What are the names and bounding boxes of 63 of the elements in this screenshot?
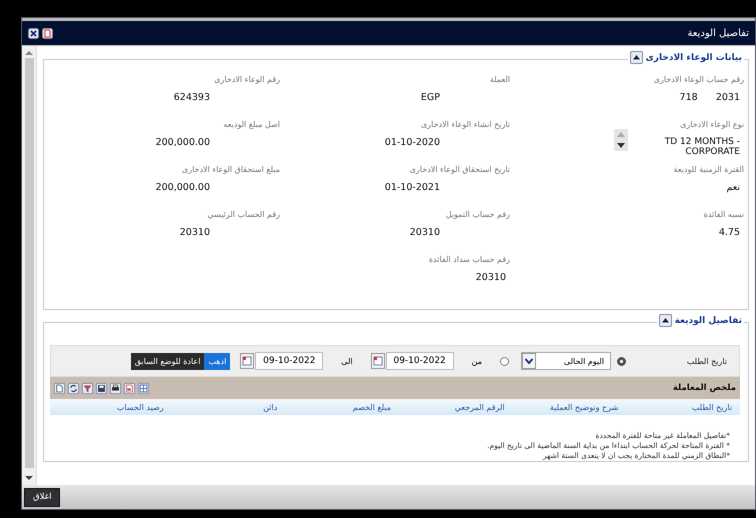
field-value: نعم	[726, 182, 740, 193]
close-icon[interactable]	[28, 28, 39, 38]
field-label: اصل مبلغ الوديعه	[222, 120, 280, 129]
field-value: 01-10-2020	[384, 137, 440, 148]
calendar-icon[interactable]	[240, 353, 254, 369]
scroll-down-icon[interactable]	[24, 474, 34, 482]
date-field[interactable]: 09-10-2022	[255, 352, 324, 370]
column-header[interactable]: مبلغ الخصم	[277, 402, 391, 412]
field-label: رقم الوعاء الادخارى	[213, 75, 280, 84]
calendar-icon[interactable]	[370, 353, 385, 369]
printer-icon[interactable]	[110, 382, 121, 394]
field-label: نوع الوعاء الادخارى	[679, 120, 744, 129]
collapse-icon[interactable]	[658, 314, 672, 327]
column-header[interactable]: تاريخ الطلب	[618, 402, 732, 412]
field-value: 4.75	[718, 227, 740, 238]
field-label: تاريخ انشاء الوعاء الادخارى	[420, 120, 510, 129]
reset-button[interactable]: اعادة للوضع السابق	[130, 352, 204, 370]
field-value: 200,000.00	[156, 137, 210, 148]
field-value: 20310	[410, 227, 440, 238]
close-button[interactable]: اغلاق	[24, 488, 60, 506]
field-value: 20310	[476, 272, 506, 283]
field-label: رقم الحساب الرئيسي	[206, 210, 280, 219]
field-value: EGP	[420, 92, 440, 103]
column-header[interactable]: رصيد الحساب	[50, 402, 164, 412]
column-header[interactable]: دائن	[164, 402, 278, 412]
column-header[interactable]: شرح وتوضيح العملية	[504, 402, 618, 412]
funnel-icon[interactable]	[82, 382, 93, 394]
radio-button[interactable]	[500, 356, 509, 366]
date-field[interactable]: 09-10-2022	[386, 352, 454, 370]
disk-icon[interactable]	[96, 382, 107, 394]
window-title: تفاصيل الوديعة	[687, 28, 749, 38]
radio-button[interactable]	[617, 356, 626, 366]
field-value: 20310	[180, 227, 210, 238]
document-icon[interactable]	[42, 28, 53, 38]
column-header[interactable]: الرقم المرجعي	[390, 402, 505, 412]
field-label: تاريخ استحقاق الوعاء الادخارى	[408, 165, 510, 174]
filter-label: تاريخ الطلب	[686, 356, 727, 366]
field-value: TD 12 MONTHS - CORPORATE	[664, 137, 740, 157]
arrows-icon[interactable]	[68, 382, 79, 394]
field-label: نسبه الفائدة	[702, 210, 744, 219]
field-label: القترة الزمنية للوديعة	[672, 165, 744, 174]
field-value: 2031 718	[680, 92, 740, 103]
go-button[interactable]: اذهب	[204, 352, 230, 370]
field-value: 624393	[174, 92, 210, 103]
field-label: رقم حساب التمويل	[444, 210, 510, 219]
caret-icon[interactable]	[522, 353, 536, 369]
field-value: 200,000.00	[156, 182, 210, 193]
field-label: مبلغ استحقاق الوعاء الادخارى	[180, 165, 280, 174]
page-icon[interactable]	[54, 382, 65, 394]
field-label: رقم حساب الوعاء الادخارى	[652, 75, 744, 84]
grid-icon[interactable]	[138, 382, 149, 394]
field-label: رقم حساب سداد الفائدة	[428, 255, 510, 264]
section-title: تفاصيل الوديعة	[674, 316, 742, 326]
period-dropdown[interactable]: اليوم الحالى	[521, 352, 611, 370]
stepper-icon[interactable]	[614, 129, 628, 151]
section-title: بيانات الوعاء الادخارى	[646, 52, 742, 62]
scrollbar[interactable]	[22, 46, 37, 485]
field-label: العملة	[488, 75, 510, 84]
collapse-icon[interactable]	[630, 51, 643, 64]
summary-title: ملخص المعاملة	[672, 383, 736, 393]
field-value: 01-10-2021	[384, 182, 440, 193]
from-label: من	[472, 356, 482, 366]
to-label: الى	[341, 356, 353, 366]
